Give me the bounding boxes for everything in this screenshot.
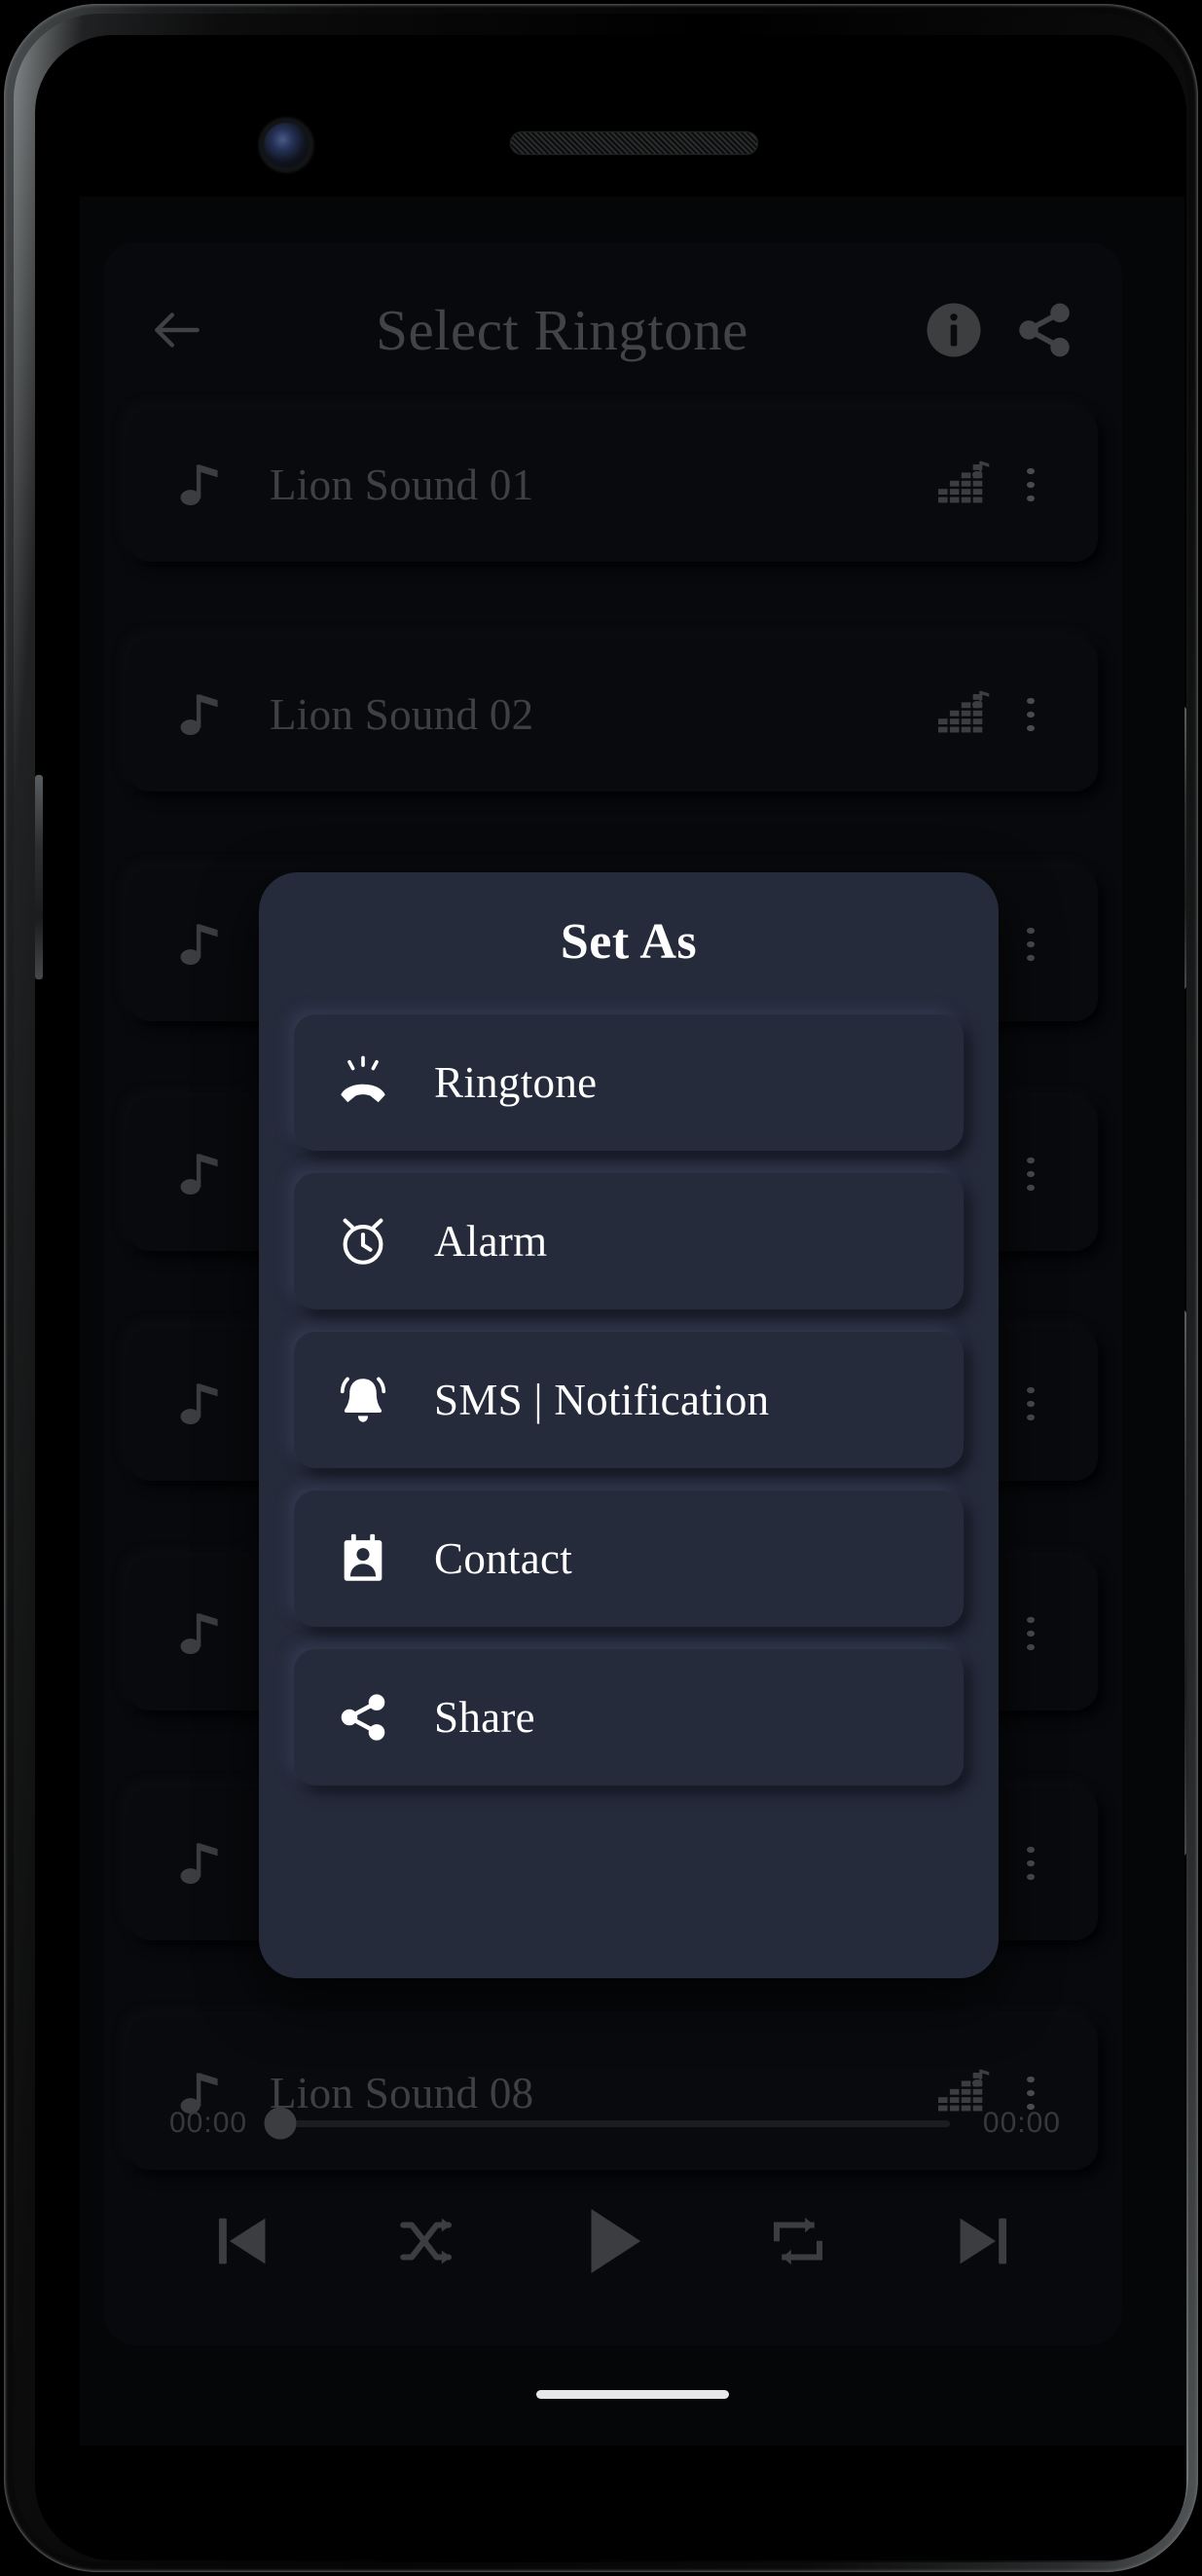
dialog-title: Set As bbox=[560, 914, 698, 970]
home-indicator bbox=[535, 2390, 729, 2399]
earpiece-speaker-icon bbox=[511, 132, 757, 154]
set-as-dialog: Set As Ringtone Alarm SMS | Notification Co… bbox=[259, 872, 999, 1978]
dialog-option-label: Ringtone bbox=[434, 1058, 598, 1107]
dialog-option-label: Alarm bbox=[434, 1217, 548, 1266]
share-nodes-icon bbox=[333, 1690, 393, 1745]
contact-card-icon bbox=[333, 1530, 393, 1587]
dialog-option-contact[interactable]: Contact bbox=[294, 1490, 964, 1627]
dialog-option-alarm[interactable]: Alarm bbox=[294, 1173, 964, 1309]
dialog-option-share[interactable]: Share bbox=[294, 1649, 964, 1785]
dialog-option-ringtone[interactable]: Ringtone bbox=[294, 1014, 964, 1151]
dialog-option-label: Contact bbox=[434, 1534, 573, 1583]
dialog-option-sms-notification[interactable]: SMS | Notification bbox=[294, 1332, 964, 1468]
dialog-option-label: Share bbox=[434, 1693, 535, 1742]
front-camera-icon bbox=[264, 123, 309, 167]
phone-bezel-outer: Select Ringtone bbox=[14, 14, 1188, 2562]
dialog-options: Ringtone Alarm SMS | Notification Contact Sh… bbox=[294, 1014, 964, 1808]
phone-ringing-icon bbox=[333, 1054, 393, 1111]
phone-screen: Select Ringtone bbox=[80, 197, 1184, 2446]
phone-frame: Select Ringtone bbox=[4, 4, 1198, 2572]
ringtone-app: Select Ringtone bbox=[103, 242, 1122, 2345]
bell-ringing-icon bbox=[333, 1372, 393, 1428]
phone-bezel-inner: Select Ringtone bbox=[35, 35, 1186, 2560]
alarm-clock-icon bbox=[333, 1213, 393, 1270]
side-button-left[interactable] bbox=[35, 775, 43, 979]
dialog-option-label: SMS | Notification bbox=[434, 1376, 770, 1424]
